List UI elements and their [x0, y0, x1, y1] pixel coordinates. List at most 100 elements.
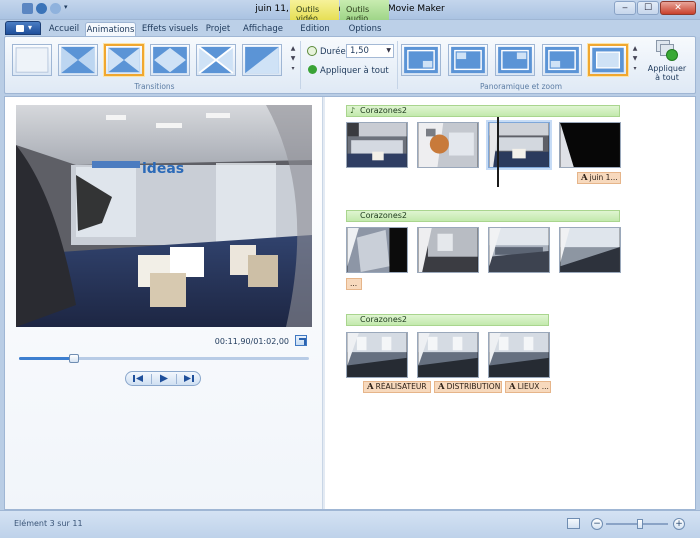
tab-effets-visuels[interactable]: Effets visuels	[140, 22, 200, 37]
audio-clip-bar[interactable]: Corazones2	[346, 210, 620, 222]
panzoom-zoom-in-left-thumbnail[interactable]	[448, 44, 488, 76]
tab-affichage[interactable]: Affichage	[238, 22, 288, 37]
panzoom-pan-left-thumbnail[interactable]	[542, 44, 582, 76]
main-area: ideas 00:11,90/01:02,00 ♪ Corazones2 A j…	[4, 96, 696, 510]
zoom-in-icon[interactable]: +	[673, 518, 685, 530]
caption-text: ...	[350, 279, 358, 288]
seek-bar-handle[interactable]	[69, 354, 80, 363]
thumbnail-size-icon[interactable]	[567, 518, 580, 529]
chevron-down-icon[interactable]: ▼	[386, 47, 391, 54]
audio-clip-title: Corazones2	[360, 315, 408, 324]
apply-to-all-icon	[654, 40, 680, 62]
audio-clip-bar[interactable]: Corazones2	[346, 314, 549, 326]
apply-to-all-big-label-1: Appliquer	[647, 64, 687, 73]
apply-to-all-transitions-button[interactable]: Appliquer à tout	[308, 65, 389, 76]
seek-bar[interactable]	[19, 354, 309, 363]
previous-frame-icon	[133, 375, 143, 382]
pane-splitter[interactable]	[322, 97, 325, 509]
panzoom-gallery-scroller[interactable]: ▲ ▼ ▾	[631, 44, 639, 76]
storyboard-clip[interactable]	[346, 122, 408, 168]
storyboard-clip[interactable]	[346, 332, 408, 378]
text-caption-icon: A	[509, 382, 516, 392]
text-caption[interactable]: Ajuin 1...	[577, 172, 621, 184]
context-tab-video-tools: Outils vidéo	[290, 0, 339, 23]
panzoom-zoom-out-thumbnail[interactable]	[588, 44, 628, 76]
minimize-button[interactable]: ‒	[614, 1, 636, 15]
next-frame-icon	[184, 375, 194, 382]
transitions-gallery-scroller[interactable]: ▲ ▼ ▾	[289, 44, 297, 76]
application-menu-button[interactable]: ▾	[5, 21, 41, 35]
duration-label: Durée :	[308, 47, 351, 57]
transition-cross-thumbnail[interactable]	[196, 44, 236, 76]
storyboard-pane: ♪ Corazones2 Ajuin 1... Corazones2 ... C…	[326, 97, 695, 509]
apply-to-all-big-label-2: à tout	[655, 73, 679, 82]
zoom-slider[interactable]	[606, 519, 668, 529]
caption-text: juin 1...	[589, 173, 618, 182]
tab-animations[interactable]: Animations	[85, 22, 136, 37]
play-button[interactable]	[151, 372, 176, 385]
storyboard-clip[interactable]	[417, 122, 479, 168]
text-caption[interactable]: A LIEUX ...	[505, 381, 551, 393]
audio-clip-title: Corazones2	[360, 211, 408, 220]
play-icon	[160, 374, 168, 383]
caption-text: RÉALISATEUR	[375, 382, 427, 391]
audio-clip-title: Corazones2	[360, 106, 408, 115]
storyboard-clip[interactable]	[488, 332, 550, 378]
playback-time: 00:11,90/01:02,00	[214, 337, 289, 346]
close-button[interactable]: ✕	[660, 1, 696, 15]
tab-edition[interactable]: Edition	[292, 22, 338, 37]
text-caption[interactable]: A DISTRIBUTION	[434, 381, 502, 393]
transition-bowtie-thumbnail[interactable]	[104, 44, 144, 76]
panzoom-pan-right-thumbnail[interactable]	[495, 44, 535, 76]
menu-document-icon	[16, 25, 24, 32]
zoom-slider-handle[interactable]	[637, 519, 644, 529]
text-caption-icon: A	[367, 382, 374, 392]
fullscreen-icon[interactable]	[295, 335, 307, 346]
chevron-down-icon: ▾	[28, 23, 33, 32]
transition-hourglass-thumbnail[interactable]	[58, 44, 98, 76]
text-caption-icon: A	[438, 382, 445, 392]
transition-none-thumbnail[interactable]	[12, 44, 52, 76]
status-bar: Elément 3 sur 11 − +	[0, 510, 700, 538]
storyboard-clip[interactable]	[559, 227, 621, 273]
caption-text: LIEUX ...	[517, 382, 549, 391]
text-caption-icon: A	[581, 173, 588, 183]
ribbon-group-separator	[300, 41, 301, 89]
duration-combobox[interactable]: 1,50 ▼	[346, 44, 394, 58]
storyboard-clip[interactable]	[488, 227, 550, 273]
tab-accueil[interactable]: Accueil	[45, 22, 83, 37]
next-frame-button[interactable]	[176, 372, 201, 385]
duration-value: 1,50	[350, 46, 369, 56]
maximize-button[interactable]: ☐	[637, 1, 659, 15]
tab-options[interactable]: Options	[342, 22, 388, 37]
storyboard-clip[interactable]	[559, 122, 621, 168]
group-label-panzoom: Panoramique et zoom	[479, 82, 563, 91]
ribbon-group-separator	[397, 41, 398, 89]
audio-clip-bar[interactable]: ♪ Corazones2	[346, 105, 620, 117]
transport-controls	[125, 371, 201, 386]
storyboard-clip[interactable]	[417, 227, 479, 273]
transition-diamond-thumbnail[interactable]	[150, 44, 190, 76]
text-caption[interactable]: A RÉALISATEUR	[363, 381, 431, 393]
text-caption[interactable]: ...	[346, 278, 362, 290]
video-preview[interactable]: ideas	[16, 105, 312, 327]
panzoom-zoom-in-right-thumbnail[interactable]	[401, 44, 441, 76]
group-label-transitions: Transitions	[134, 82, 175, 91]
window-controls: ‒ ☐ ✕	[614, 1, 696, 15]
playhead-marker[interactable]	[497, 117, 499, 187]
ribbon-tab-strip: ▾ Accueil Animations Effets visuels Proj…	[0, 20, 700, 37]
zoom-out-icon[interactable]: −	[591, 518, 603, 530]
caption-text: DISTRIBUTION	[446, 382, 501, 391]
storyboard-clip[interactable]	[417, 332, 479, 378]
tab-projet[interactable]: Projet	[203, 22, 233, 37]
title-bar: ▾ juin 11, 2009 - Windows Live Movie Mak…	[0, 0, 700, 23]
transition-diagonal-thumbnail[interactable]	[242, 44, 282, 76]
storyboard-clip[interactable]	[346, 227, 408, 273]
status-item-count: Elément 3 sur 11	[14, 519, 83, 528]
preview-pane: ideas 00:11,90/01:02,00	[5, 97, 322, 509]
preview-sign-text: ideas	[142, 161, 184, 177]
apply-check-icon	[308, 65, 317, 74]
previous-frame-button[interactable]	[126, 372, 151, 385]
apply-to-all-panzoom-button[interactable]: Appliquer à tout	[647, 40, 687, 90]
ribbon-animations: ▲ ▼ ▾ Transitions Durée : 1,50 ▼ Appliquer…	[4, 36, 696, 94]
